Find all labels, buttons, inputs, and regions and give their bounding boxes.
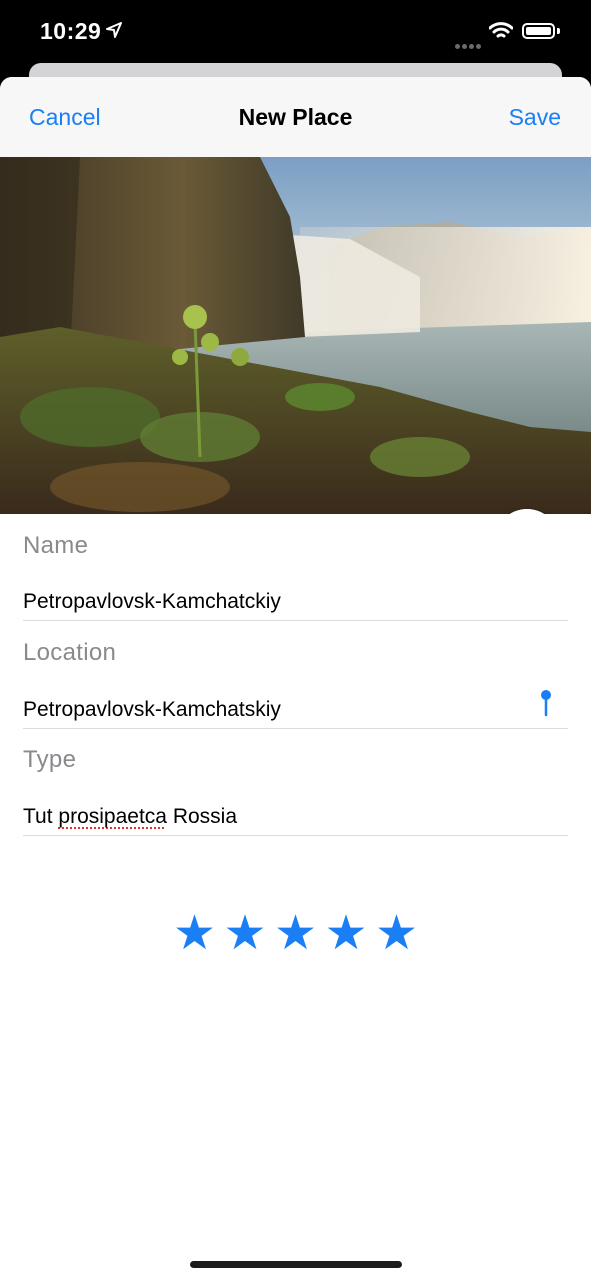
- location-separator: [23, 728, 568, 729]
- cellular-signal-icon: [455, 36, 483, 54]
- wifi-icon: [489, 22, 513, 38]
- star-icon[interactable]: ★: [274, 909, 317, 959]
- status-bar: 10:29: [0, 0, 591, 64]
- rating-control: ★ ★ ★ ★ ★: [173, 909, 418, 959]
- map-pin-icon[interactable]: [537, 689, 555, 717]
- type-text-3: Rossia: [166, 805, 238, 828]
- page-title: New Place: [238, 104, 353, 130]
- star-icon[interactable]: ★: [324, 909, 367, 959]
- new-place-sheet: Cancel New Place Save Name Petropavlovsk…: [0, 77, 591, 1280]
- place-photo[interactable]: 280: [0, 157, 591, 514]
- type-field[interactable]: Tut prosipaetca Rossia: [23, 805, 237, 829]
- location-field[interactable]: Petropavlovsk-Kamchatskiy: [23, 698, 281, 722]
- name-field[interactable]: Petropavlovsk-Kamchatckiy: [23, 590, 281, 614]
- name-separator: [23, 620, 568, 621]
- home-indicator[interactable]: [190, 1261, 402, 1268]
- star-icon[interactable]: ★: [375, 909, 418, 959]
- status-time: 10:29: [40, 18, 102, 44]
- battery-icon: [522, 23, 555, 39]
- battery-tip: [557, 28, 560, 34]
- waterfall-image: [0, 157, 591, 514]
- misspelled-word: prosipaetca: [58, 805, 167, 828]
- name-label: Name: [23, 532, 89, 559]
- star-icon[interactable]: ★: [223, 909, 266, 959]
- type-text-1: Tut: [23, 805, 59, 828]
- star-icon[interactable]: ★: [173, 909, 216, 959]
- save-button[interactable]: Save: [509, 104, 561, 131]
- location-arrow-icon: [106, 22, 122, 38]
- type-label: Type: [23, 746, 77, 773]
- navigation-bar: Cancel New Place Save: [0, 77, 591, 157]
- location-label: Location: [23, 639, 117, 666]
- type-separator: [23, 835, 568, 836]
